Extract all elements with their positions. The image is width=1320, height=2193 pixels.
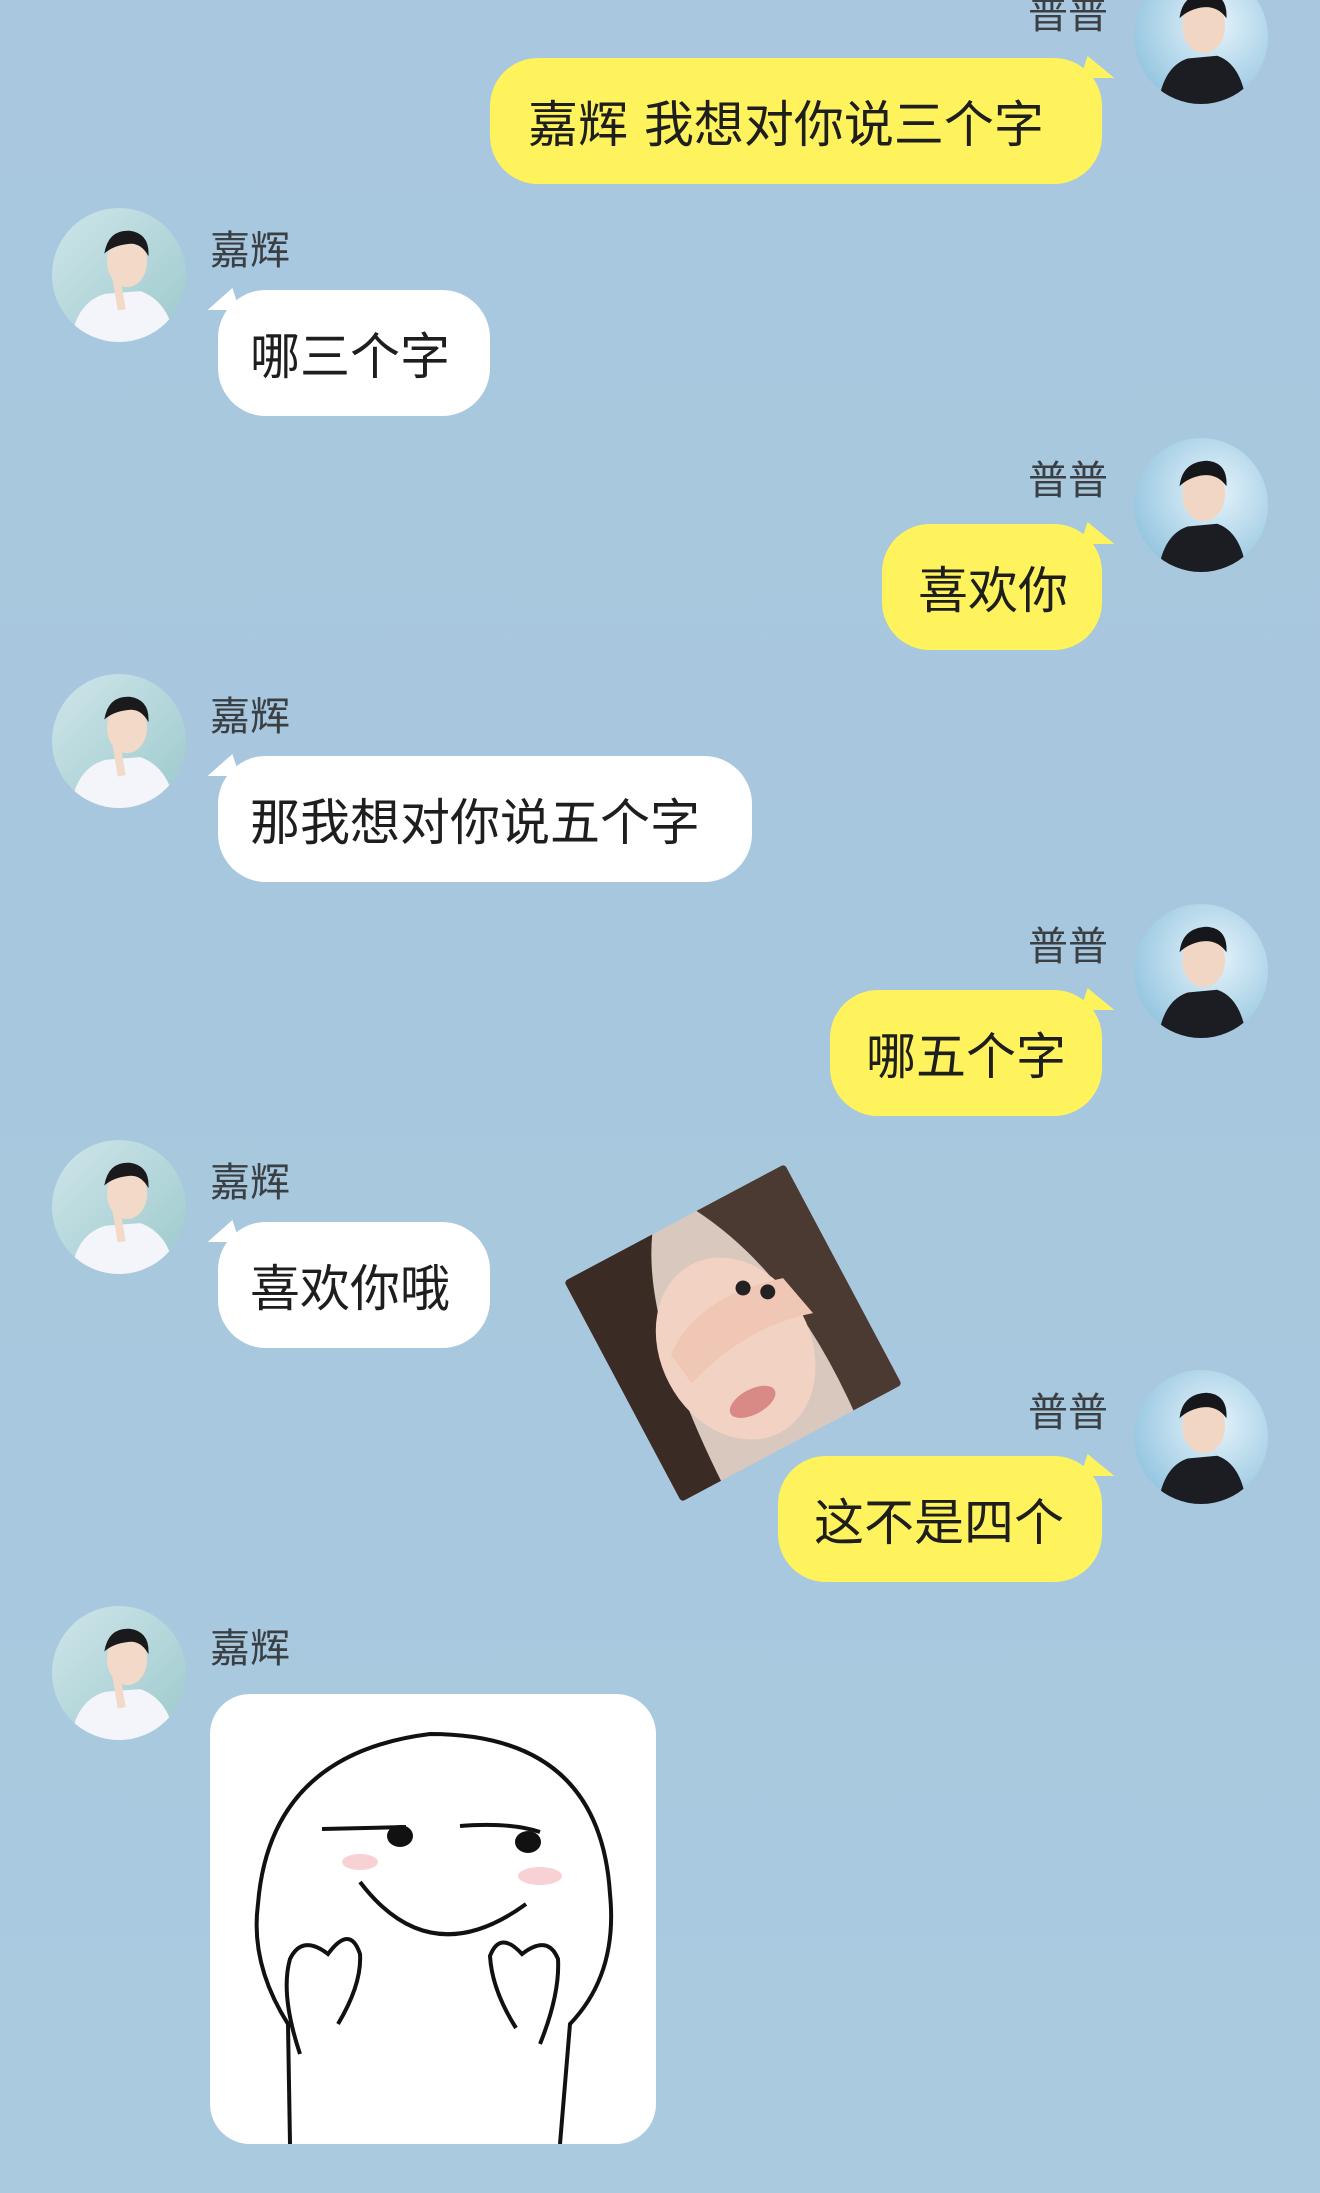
smug-face-sticker-icon[interactable] (210, 1694, 656, 2144)
message-text: 喜欢你哦 (250, 1260, 450, 1318)
man-profile-avatar-icon[interactable] (1134, 904, 1268, 1038)
message-text: 哪三个字 (250, 328, 450, 386)
sender-name: 普普 (1028, 1390, 1108, 1436)
message-bubble-received[interactable]: 哪三个字 (218, 290, 490, 416)
man-thinking-avatar-icon[interactable] (52, 1606, 186, 1740)
message-bubble-sent[interactable]: 喜欢你 (882, 524, 1102, 650)
message-text: 哪五个字 (866, 1028, 1066, 1086)
man-profile-avatar-icon[interactable] (1134, 438, 1268, 572)
message-bubble-sent[interactable]: 嘉辉 我想对你说三个字 (490, 58, 1102, 184)
sender-name: 嘉辉 (210, 1626, 290, 1672)
message-text: 嘉辉 我想对你说三个字 (528, 96, 1044, 154)
message-bubble-received[interactable]: 喜欢你哦 (218, 1222, 490, 1348)
sender-name: 普普 (1028, 458, 1108, 504)
message-bubble-received[interactable]: 那我想对你说五个字 (218, 756, 752, 882)
girl-covering-eyes-sticker-icon[interactable] (563, 1163, 903, 1503)
man-thinking-avatar-icon[interactable] (52, 208, 186, 342)
message-text: 这不是四个 (814, 1494, 1064, 1552)
man-thinking-avatar-icon[interactable] (52, 674, 186, 808)
message-bubble-sent[interactable]: 哪五个字 (830, 990, 1102, 1116)
message-text: 那我想对你说五个字 (250, 794, 700, 852)
sender-name: 嘉辉 (210, 1160, 290, 1206)
message-bubble-sent[interactable]: 这不是四个 (778, 1456, 1102, 1582)
sender-name: 嘉辉 (210, 694, 290, 740)
sender-name: 嘉辉 (210, 228, 290, 274)
sender-name: 普普 (1028, 0, 1108, 38)
message-text: 喜欢你 (918, 562, 1068, 620)
sender-name: 普普 (1028, 924, 1108, 970)
man-thinking-avatar-icon[interactable] (52, 1140, 186, 1274)
man-profile-avatar-icon[interactable] (1134, 1370, 1268, 1504)
man-profile-avatar-icon[interactable] (1134, 0, 1268, 104)
